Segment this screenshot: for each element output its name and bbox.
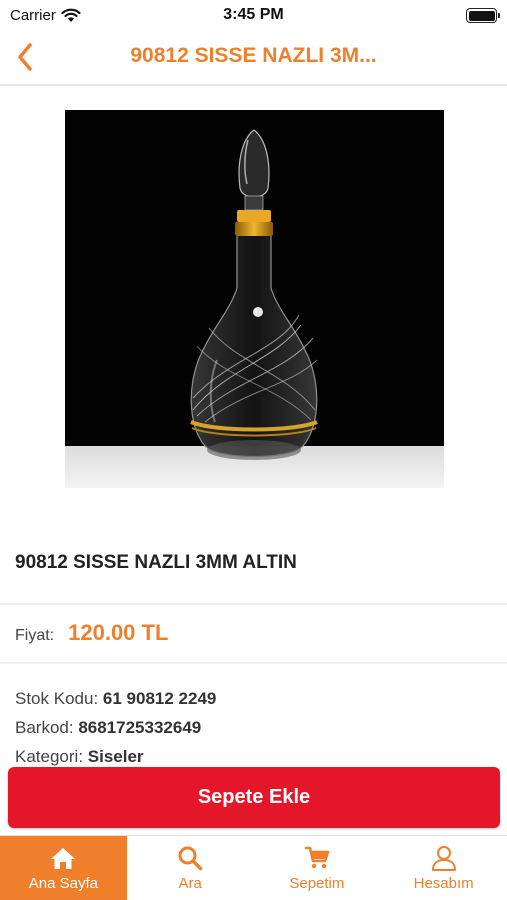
user-icon [431, 846, 456, 871]
tab-cart-label: Sepetim [289, 875, 345, 892]
price-label: Fiyat: [15, 627, 55, 644]
stock-code-row: Stok Kodu: 61 90812 2249 [15, 684, 495, 713]
decanter-bottle-image [65, 110, 444, 488]
product-image[interactable] [65, 110, 444, 488]
home-icon [51, 848, 76, 869]
cart-icon [304, 846, 330, 869]
barcode-label: Barkod: [15, 718, 74, 737]
divider [0, 662, 507, 664]
page-title: 90812 SISSE NAZLI 3M... [130, 44, 377, 67]
barcode-row: Barkod: 8681725332649 [15, 713, 495, 742]
chevron-left-icon [18, 43, 32, 71]
product-name: 90812 SISSE NAZLI 3MM ALTIN [15, 552, 297, 573]
tab-home[interactable]: Ana Sayfa [0, 836, 127, 900]
search-icon [178, 846, 203, 871]
price-row: Fiyat: 120.00 TL [15, 620, 168, 646]
product-details: Stok Kodu: 61 90812 2249 Barkod: 8681725… [15, 684, 495, 766]
tab-search-label: Ara [178, 875, 202, 892]
tab-search[interactable]: Ara [127, 836, 254, 900]
tab-bar: Ana Sayfa Ara Sepetim Hesabım [0, 835, 507, 900]
stock-code-label: Stok Kodu: [15, 689, 99, 708]
divider [0, 603, 507, 605]
category-value: Siseler [87, 747, 144, 766]
price-value: 120.00 TL [68, 620, 169, 645]
back-button[interactable] [10, 42, 40, 72]
tab-home-label: Ana Sayfa [28, 875, 98, 892]
category-label: Kategori: [15, 747, 84, 766]
category-row: Kategori: Siseler [15, 742, 495, 766]
navigation-bar: 90812 SISSE NAZLI 3M... [0, 32, 507, 86]
barcode-value: 8681725332649 [78, 718, 202, 737]
tab-account-label: Hesabım [413, 875, 474, 892]
tab-account[interactable]: Hesabım [380, 836, 507, 900]
status-time: 3:45 PM [223, 6, 284, 23]
status-bar: Carrier 3:45 PM [0, 0, 507, 32]
add-to-cart-button[interactable]: Sepete Ekle [8, 767, 500, 828]
tab-cart[interactable]: Sepetim [254, 836, 381, 900]
battery-icon [466, 8, 500, 23]
stock-code-value: 61 90812 2249 [102, 689, 217, 708]
